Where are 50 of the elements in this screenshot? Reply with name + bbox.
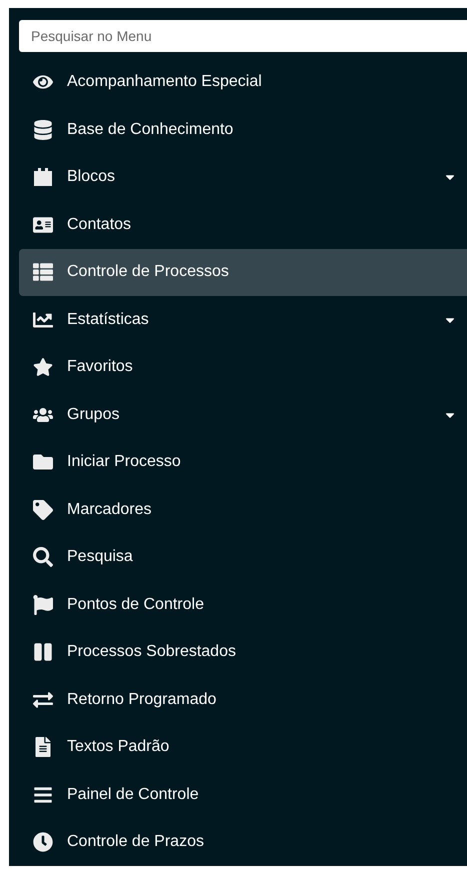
folder-icon [33,452,53,472]
bars-icon [33,784,53,805]
menu-item[interactable]: Acompanhamento Especial [19,58,467,106]
list-icon [33,262,53,282]
menu-item[interactable]: Controle de Prazos [19,818,467,866]
menu-label: Painel de Controle [67,784,200,805]
menu-label: Marcadores [67,500,152,520]
pause-icon [33,642,53,662]
menu-item[interactable]: Controle de Processos [19,248,467,296]
line-chart-icon [33,310,53,330]
menu-label: Pesquisa [67,547,134,568]
menu-item[interactable]: Estatísticas [19,296,467,344]
menu-item[interactable]: Retorno Programado [19,676,467,724]
menu-label: Contatos [67,214,132,235]
search-field[interactable]: Pesquisar no Menu [19,20,467,52]
menu-label: Blocos [67,167,116,188]
menu-item[interactable]: Pesquisa [19,534,467,581]
menu-item[interactable]: Iniciar Processo [19,438,467,486]
menu-item[interactable]: Blocos [19,154,467,201]
menu-item[interactable]: Favoritos [19,344,467,391]
menu-label: Controle de Processos [67,262,230,282]
menu-label: Pontos de Controle [67,594,205,615]
menu-item[interactable]: Contatos [19,201,467,248]
menu-label: Controle de Prazos [67,832,205,852]
document-icon [33,737,53,758]
tag-icon [33,500,53,520]
search-icon [33,547,53,568]
menu-item[interactable]: Grupos [19,391,467,438]
menu-label: Iniciar Processo [67,452,182,472]
menu-item[interactable]: Processos Sobrestados [19,628,467,676]
menu-item[interactable]: Marcadores [19,486,467,534]
menu-item[interactable]: Pontos de Controle [19,581,467,628]
menu-label: Acompanhamento Especial [67,72,263,92]
menu-label: Favoritos [67,357,134,378]
menu-label: Processos Sobrestados [67,642,237,662]
menu-label: Textos Padrão [67,737,170,758]
contact-card-icon [33,214,53,235]
star-icon [33,357,53,378]
menu-item[interactable]: Base de Conhecimento [19,106,467,154]
clock-icon [33,832,53,852]
blocks-icon [33,167,53,188]
flag-icon [33,594,53,615]
menu-label: Grupos [67,404,120,425]
menu-label: Retorno Programado [67,690,218,710]
menu-item[interactable]: Painel de Controle [19,771,467,818]
menu-label: Base de Conhecimento [67,120,234,140]
menu-label: Estatísticas [67,310,150,330]
database-icon [33,120,53,140]
menu-item[interactable]: Textos Padrão [19,724,467,771]
exchange-arrows-icon [33,690,53,710]
